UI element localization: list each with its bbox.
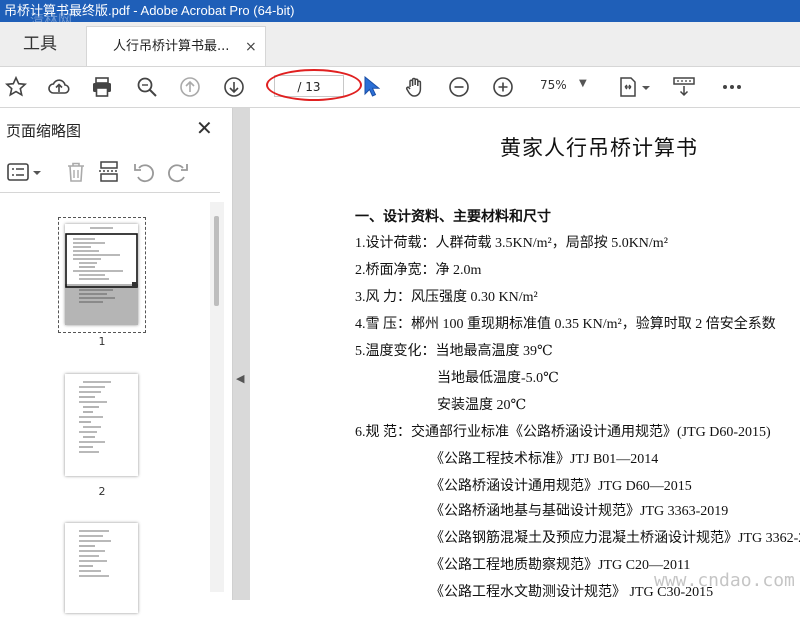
thumbnail-label-2: 2 bbox=[98, 485, 106, 498]
thumbnail-options-icon[interactable] bbox=[6, 160, 42, 184]
doc-line: 当地最低温度-5.0℃ bbox=[437, 371, 559, 386]
more-icon[interactable] bbox=[720, 75, 744, 99]
thumbnail-label-1: 1 bbox=[98, 335, 106, 348]
doc-line-heading: 一、设计资料、主要材料和尺寸 bbox=[355, 210, 551, 225]
doc-line: 4.雪 压：郴州 100 重现期标准值 0.35 KN/m²，验算时取 2 倍安… bbox=[355, 317, 776, 332]
doc-line: 6.规 范：交通部行业标准《公路桥涵设计通用规范》(JTG D60-2015) bbox=[355, 425, 771, 440]
tab-close-button[interactable]: × bbox=[245, 27, 257, 67]
scroll-mode-icon[interactable] bbox=[672, 75, 696, 99]
hand-icon[interactable] bbox=[403, 75, 427, 99]
thumbnail-page-2[interactable] bbox=[65, 374, 138, 476]
zoom-select[interactable]: 75% ▼ bbox=[535, 78, 591, 96]
fit-page-icon[interactable] bbox=[616, 75, 640, 99]
sidebar-scrollbar[interactable] bbox=[210, 202, 224, 592]
zoom-out-icon[interactable] bbox=[447, 75, 471, 99]
extract-pages-icon[interactable] bbox=[97, 160, 121, 184]
document-title: 黄家人行吊桥计算书 bbox=[500, 136, 698, 160]
rotate-left-icon[interactable] bbox=[132, 160, 156, 184]
fit-page-dropdown-icon[interactable] bbox=[640, 75, 652, 99]
zoom-value: 75% bbox=[540, 78, 567, 92]
doc-line: 《公路工程技术标准》JTJ B01—2014 bbox=[430, 452, 659, 467]
thumbnail-page-1[interactable] bbox=[65, 224, 138, 325]
sidebar-page-thumbnails: 页面缩略图 ✕ 1 2 bbox=[0, 108, 233, 613]
tab-bar: 工具 人行吊桥计算书最... × bbox=[0, 22, 800, 67]
sidebar-title: 页面缩略图 bbox=[6, 122, 82, 140]
watermark-bottom-right: www.cndao.com bbox=[654, 570, 795, 591]
collapse-sidebar-arrow-icon[interactable]: ◀ bbox=[236, 372, 244, 385]
doc-line: 《公路桥涵设计通用规范》JTG D60—2015 bbox=[430, 479, 692, 494]
main-toolbar bbox=[0, 67, 800, 108]
tab-document-label: 人行吊桥计算书最... bbox=[113, 39, 230, 54]
zoom-in-icon[interactable] bbox=[491, 75, 515, 99]
trash-icon[interactable] bbox=[64, 160, 88, 184]
annotation-red-circle bbox=[266, 69, 362, 101]
select-cursor-icon[interactable] bbox=[364, 75, 381, 102]
doc-line: 《公路桥涵地基与基础设计规范》JTG 3363-2019 bbox=[430, 504, 729, 519]
doc-line: 2.桥面净宽：净 2.0m bbox=[355, 263, 482, 278]
star-icon[interactable] bbox=[4, 75, 28, 99]
doc-line: 5.温度变化：当地最高温度 39℃ bbox=[355, 344, 553, 359]
document-page[interactable]: 黄家人行吊桥计算书 一、设计资料、主要材料和尺寸 1.设计荷载：人群荷载 3.5… bbox=[250, 108, 800, 600]
doc-line: 1.设计荷载：人群荷载 3.5KN/m²，局部按 5.0KN/m² bbox=[355, 236, 668, 251]
rotate-right-icon[interactable] bbox=[166, 160, 190, 184]
zoom-search-icon[interactable] bbox=[135, 75, 159, 99]
sidebar-toolbar bbox=[0, 152, 220, 193]
chevron-down-icon: ▼ bbox=[579, 78, 587, 89]
doc-line: 安装温度 20℃ bbox=[437, 398, 527, 413]
page-down-icon[interactable] bbox=[222, 75, 246, 99]
cloud-upload-icon[interactable] bbox=[47, 75, 71, 99]
print-icon[interactable] bbox=[90, 75, 114, 99]
page-up-icon[interactable] bbox=[178, 75, 202, 99]
window-titlebar: 吊桥计算书最终版.pdf - Adobe Acrobat Pro (64-bit… bbox=[0, 0, 800, 29]
tab-document[interactable]: 人行吊桥计算书最... × bbox=[86, 26, 266, 66]
doc-line: 《公路工程地质勘察规范》JTG C20—2011 bbox=[430, 558, 691, 573]
scrollbar-thumb[interactable] bbox=[214, 216, 219, 306]
doc-line: 3.风 力：风压强度 0.30 KN/m² bbox=[355, 290, 538, 305]
sidebar-close-button[interactable]: ✕ bbox=[196, 116, 213, 140]
doc-line: 《公路钢筋混凝土及预应力混凝土桥涵设计规范》JTG 3362-20 bbox=[430, 531, 800, 546]
tab-tools[interactable]: 工具 bbox=[0, 22, 80, 66]
